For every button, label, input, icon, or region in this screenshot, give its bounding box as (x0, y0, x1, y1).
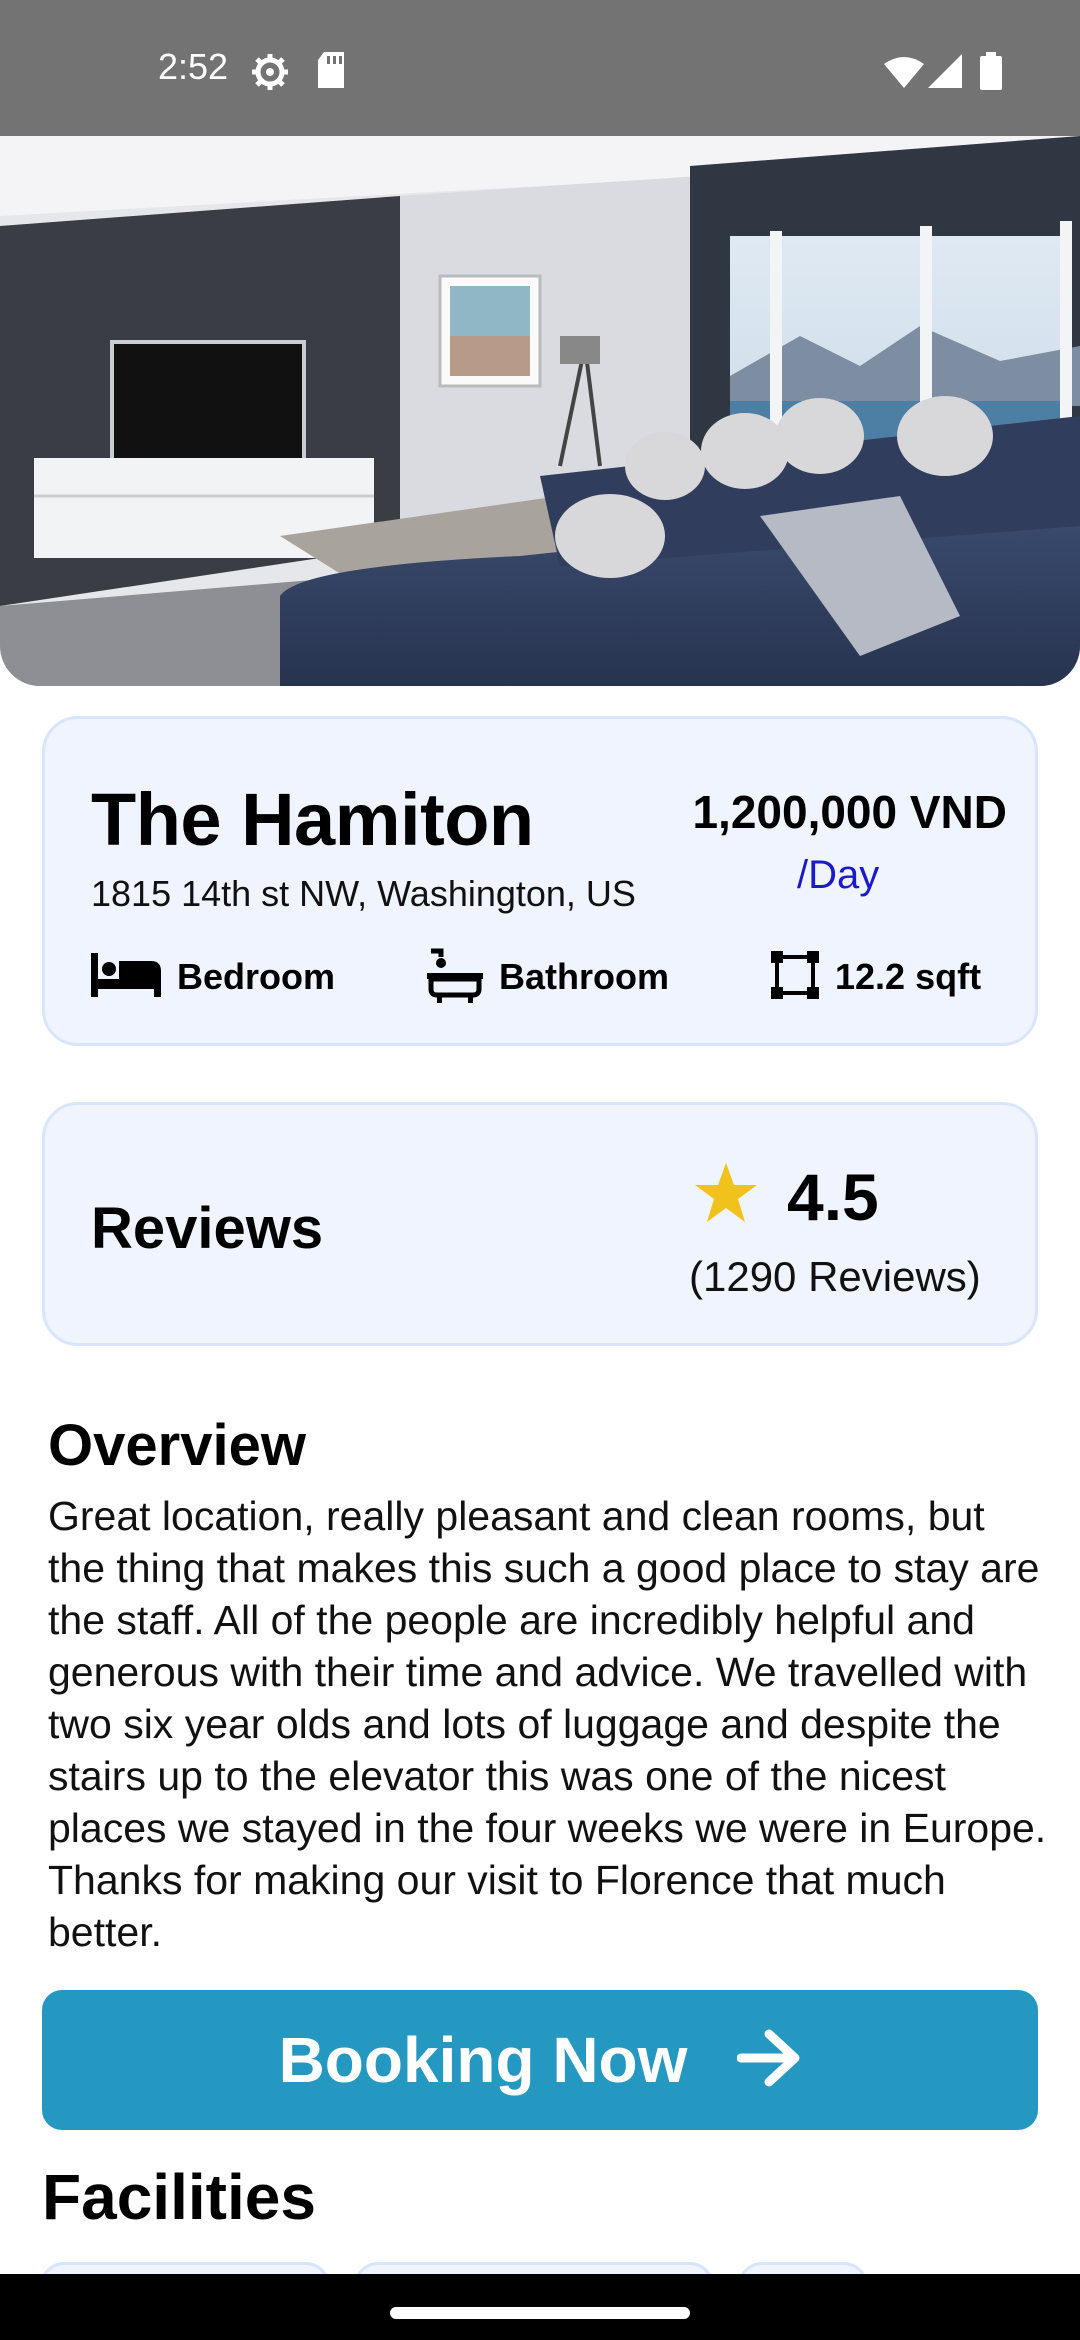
wifi-icon (884, 56, 924, 93)
area-icon (771, 950, 819, 1004)
booking-label: Booking Now (278, 2024, 688, 2096)
bathtub-icon (427, 947, 483, 1008)
property-info-card: The Hamiton 1815 14th st NW, Washington,… (42, 716, 1038, 1046)
bed-icon (91, 952, 161, 1002)
overview-title: Overview (48, 1413, 306, 1478)
settings-gear-icon (250, 52, 290, 97)
star-icon (693, 1161, 759, 1230)
status-time: 2:52 (158, 46, 229, 87)
property-name: The Hamiton (91, 778, 534, 861)
arrow-right-icon (736, 2028, 801, 2093)
property-price: 1,200,000 VND (692, 786, 1007, 838)
price-unit: /Day (797, 853, 880, 897)
feature-bathroom: Bathroom (427, 947, 669, 1007)
facilities-title: Facilities (42, 2161, 316, 2233)
hero-image (0, 136, 1080, 686)
booking-now-button[interactable]: Booking Now (42, 1990, 1038, 2130)
battery-icon (980, 52, 1002, 95)
review-count: (1290 Reviews) (689, 1253, 981, 1300)
feature-bedroom: Bedroom (91, 947, 335, 1007)
rating-value: 4.5 (787, 1160, 879, 1234)
overview-text: Great location, really pleasant and clea… (48, 1493, 1047, 1955)
sd-card-icon (316, 52, 346, 93)
home-gesture-handle[interactable] (390, 2307, 690, 2319)
property-address: 1815 14th st NW, Washington, US (91, 873, 636, 914)
cell-signal-icon (928, 54, 962, 93)
feature-label: Bedroom (177, 956, 336, 997)
reviews-title: Reviews (91, 1196, 324, 1261)
feature-label: Bathroom (499, 956, 669, 997)
feature-area: 12.2 sqft (771, 947, 981, 1007)
reviews-card[interactable]: Reviews 4.5 (1290 Reviews) (42, 1102, 1038, 1346)
feature-label: 12.2 sqft (835, 956, 982, 997)
status-bar: 2:52 (0, 0, 1080, 136)
